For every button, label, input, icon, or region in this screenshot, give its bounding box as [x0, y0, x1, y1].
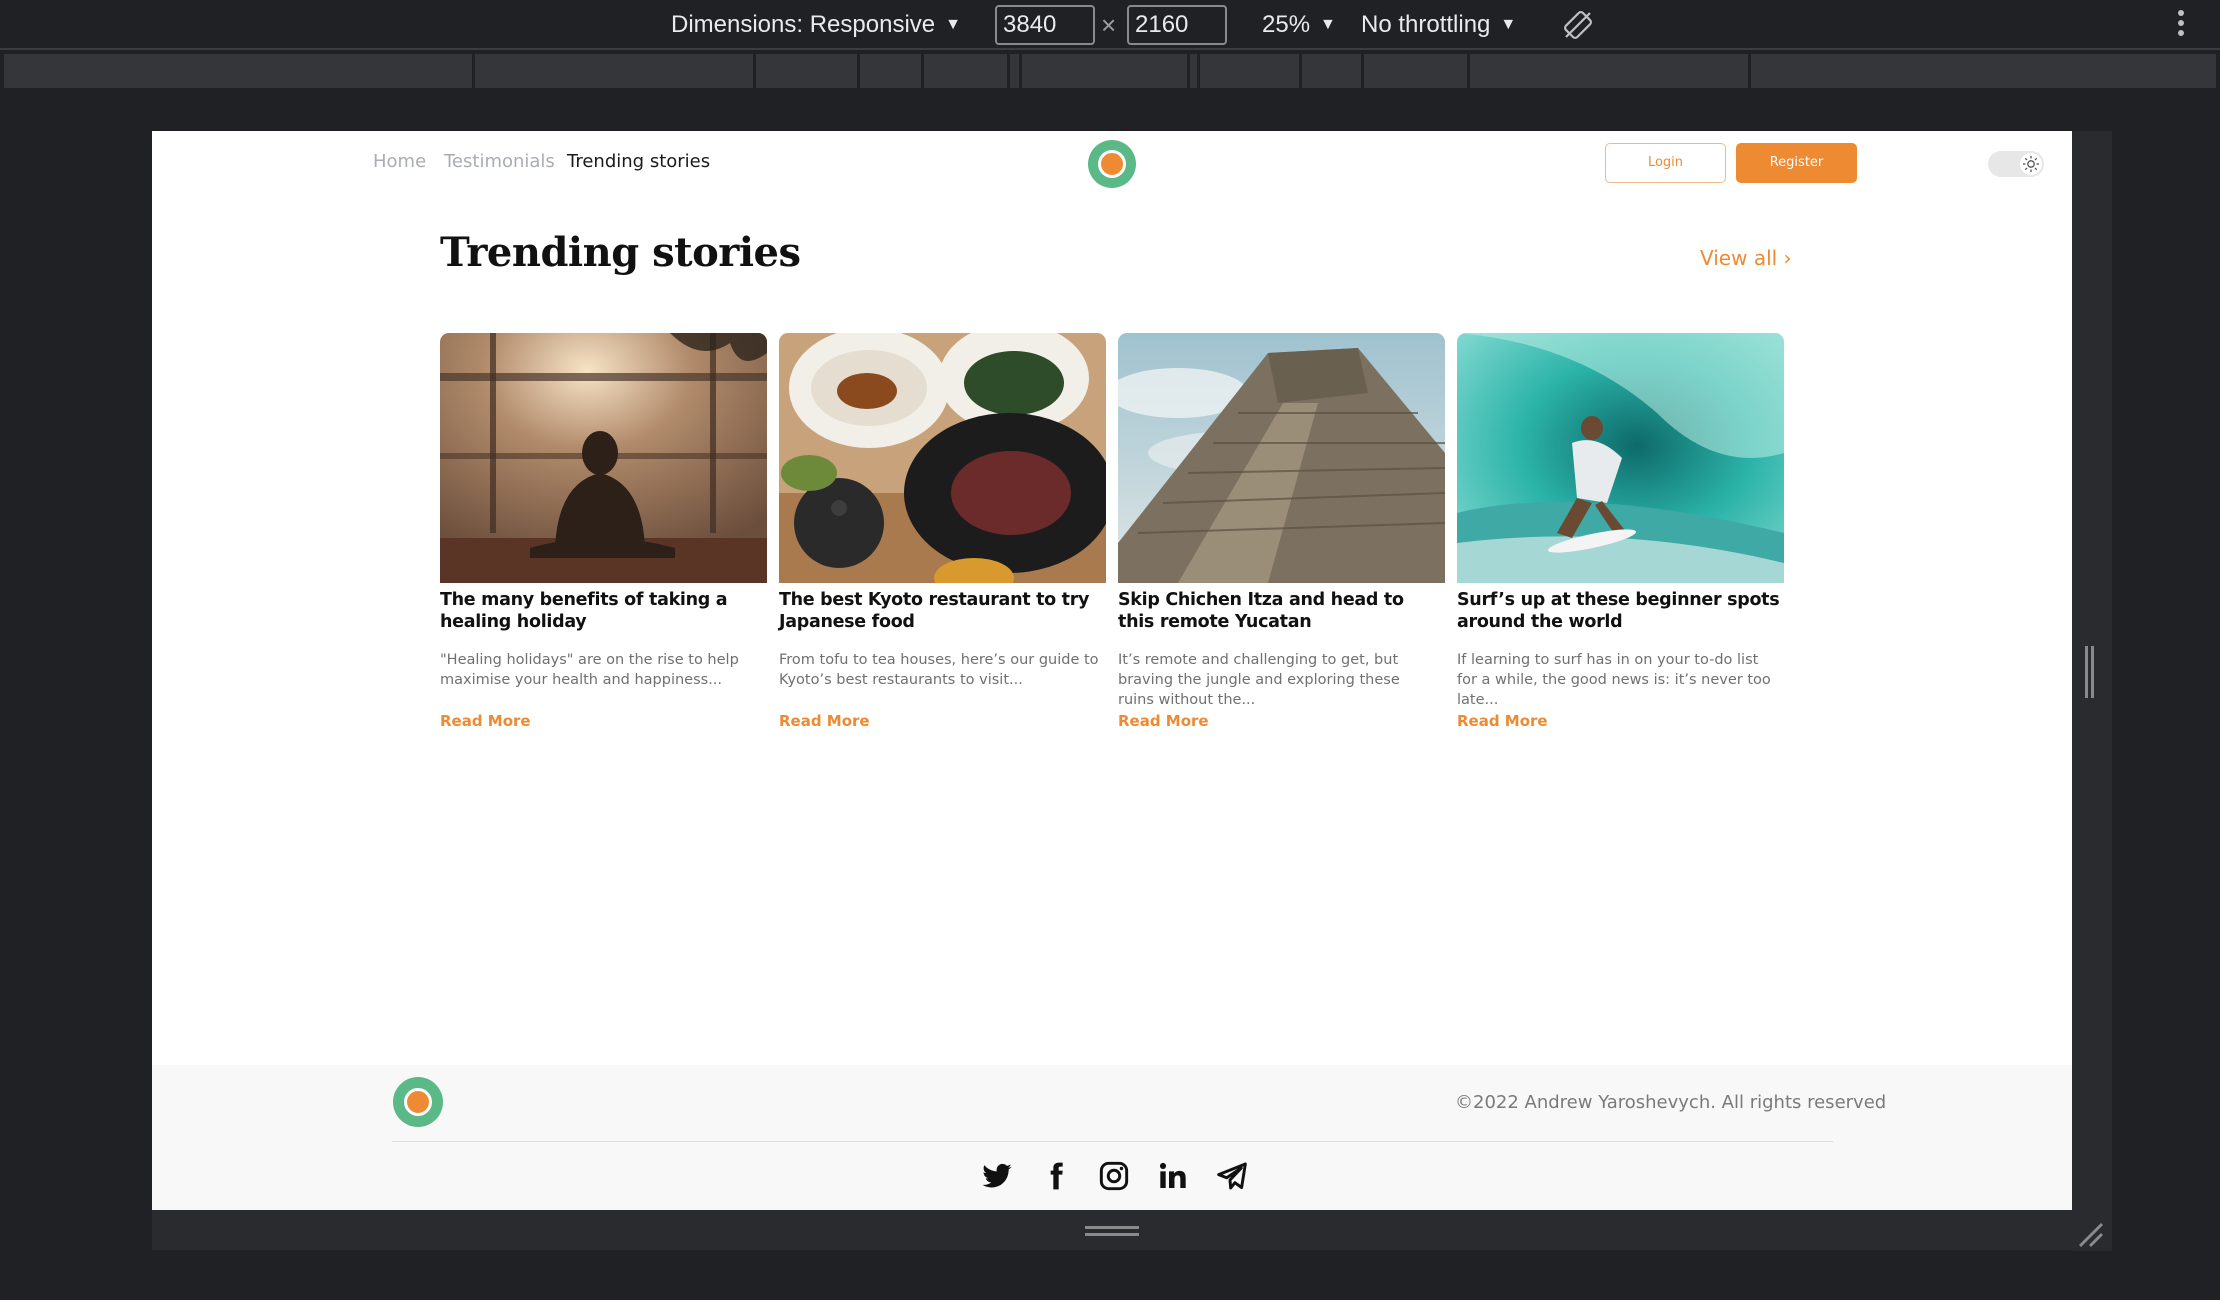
devtools-toolbar: Dimensions: Responsive ▼ 3840 × 2160 25% ▼… [0, 0, 2220, 50]
nav-testimonials[interactable]: Testimonials [444, 151, 555, 172]
media-query-ruler[interactable] [4, 54, 2216, 88]
theme-toggle[interactable] [1988, 151, 2044, 177]
card-excerpt: It’s remote and challenging to get, but … [1118, 652, 1400, 708]
meditation-photo[interactable] [440, 333, 767, 583]
page-title: Trending stories [440, 229, 801, 276]
throttling-dropdown[interactable]: No throttling ▼ [1361, 0, 1516, 50]
card-title[interactable]: Surf’s up at these beginner spots around… [1457, 589, 1784, 633]
story-card[interactable]: The best Kyoto restaurant to try Japanes… [779, 333, 1106, 730]
linkedin-icon[interactable] [1157, 1160, 1189, 1192]
card-excerpt: If learning to surf has in on your to-do… [1457, 652, 1771, 708]
times-symbol: × [1101, 10, 1117, 40]
card-excerpt: "Healing holidays" are on the rise to he… [440, 652, 739, 688]
story-card[interactable]: Surf’s up at these beginner spots around… [1457, 333, 1784, 730]
register-button[interactable]: Register [1736, 143, 1857, 183]
dropdown-arrow-icon: ▼ [1500, 16, 1517, 33]
mayan-pyramid-photo[interactable] [1118, 333, 1445, 583]
footer-logo-icon[interactable] [393, 1077, 443, 1127]
dimensions-dropdown[interactable]: Dimensions: Responsive ▼ [671, 0, 961, 50]
read-more-link[interactable]: Read More [1457, 712, 1548, 730]
view-all-link[interactable]: View all › [1700, 246, 1792, 270]
nav-home[interactable]: Home [373, 151, 426, 172]
logo-icon[interactable] [1088, 140, 1136, 188]
height-input[interactable]: 2160 [1127, 5, 1227, 45]
copyright-text: ©2022 Andrew Yaroshevych. All rights res… [1455, 1092, 1887, 1113]
kebab-menu-icon[interactable] [2176, 10, 2186, 40]
surfer-wave-photo[interactable] [1457, 333, 1784, 583]
resize-handle-bottom[interactable] [1085, 1226, 1139, 1238]
japanese-food-photo[interactable] [779, 333, 1106, 583]
footer: ©2022 Andrew Yaroshevych. All rights res… [152, 1065, 2072, 1210]
read-more-link[interactable]: Read More [779, 712, 870, 730]
twitter-icon[interactable] [981, 1160, 1013, 1192]
sun-icon [2020, 153, 2042, 175]
read-more-link[interactable]: Read More [440, 712, 531, 730]
card-title[interactable]: The many benefits of taking a healing ho… [440, 589, 767, 633]
card-excerpt: From tofu to tea houses, here’s our guid… [779, 652, 1099, 688]
card-title[interactable]: Skip Chichen Itza and head to this remot… [1118, 589, 1445, 633]
width-input[interactable]: 3840 [995, 5, 1095, 45]
story-card[interactable]: The many benefits of taking a healing ho… [440, 333, 767, 730]
read-more-link[interactable]: Read More [1118, 712, 1209, 730]
throttling-label: No throttling [1361, 11, 1491, 38]
resize-handle-right[interactable] [2085, 646, 2097, 698]
login-button[interactable]: Login [1605, 143, 1726, 183]
dimensions-label: Dimensions: Responsive [671, 11, 936, 38]
dropdown-arrow-icon: ▼ [1320, 16, 1336, 33]
story-card[interactable]: Skip Chichen Itza and head to this remot… [1118, 333, 1445, 730]
dropdown-arrow-icon: ▼ [945, 16, 961, 33]
telegram-icon[interactable] [1216, 1160, 1248, 1192]
zoom-dropdown[interactable]: 25% ▼ [1262, 0, 1336, 50]
facebook-icon[interactable] [1040, 1160, 1072, 1192]
page-viewport: Home Testimonials Trending stories Login… [152, 131, 2072, 1210]
card-title[interactable]: The best Kyoto restaurant to try Japanes… [779, 589, 1106, 633]
zoom-label: 25% [1262, 11, 1311, 38]
instagram-icon[interactable] [1098, 1160, 1130, 1192]
nav-trending-stories[interactable]: Trending stories [567, 151, 710, 172]
footer-divider [392, 1141, 1833, 1142]
resize-corner-icon[interactable] [2076, 1220, 2106, 1250]
rotate-icon[interactable] [1562, 9, 1594, 41]
